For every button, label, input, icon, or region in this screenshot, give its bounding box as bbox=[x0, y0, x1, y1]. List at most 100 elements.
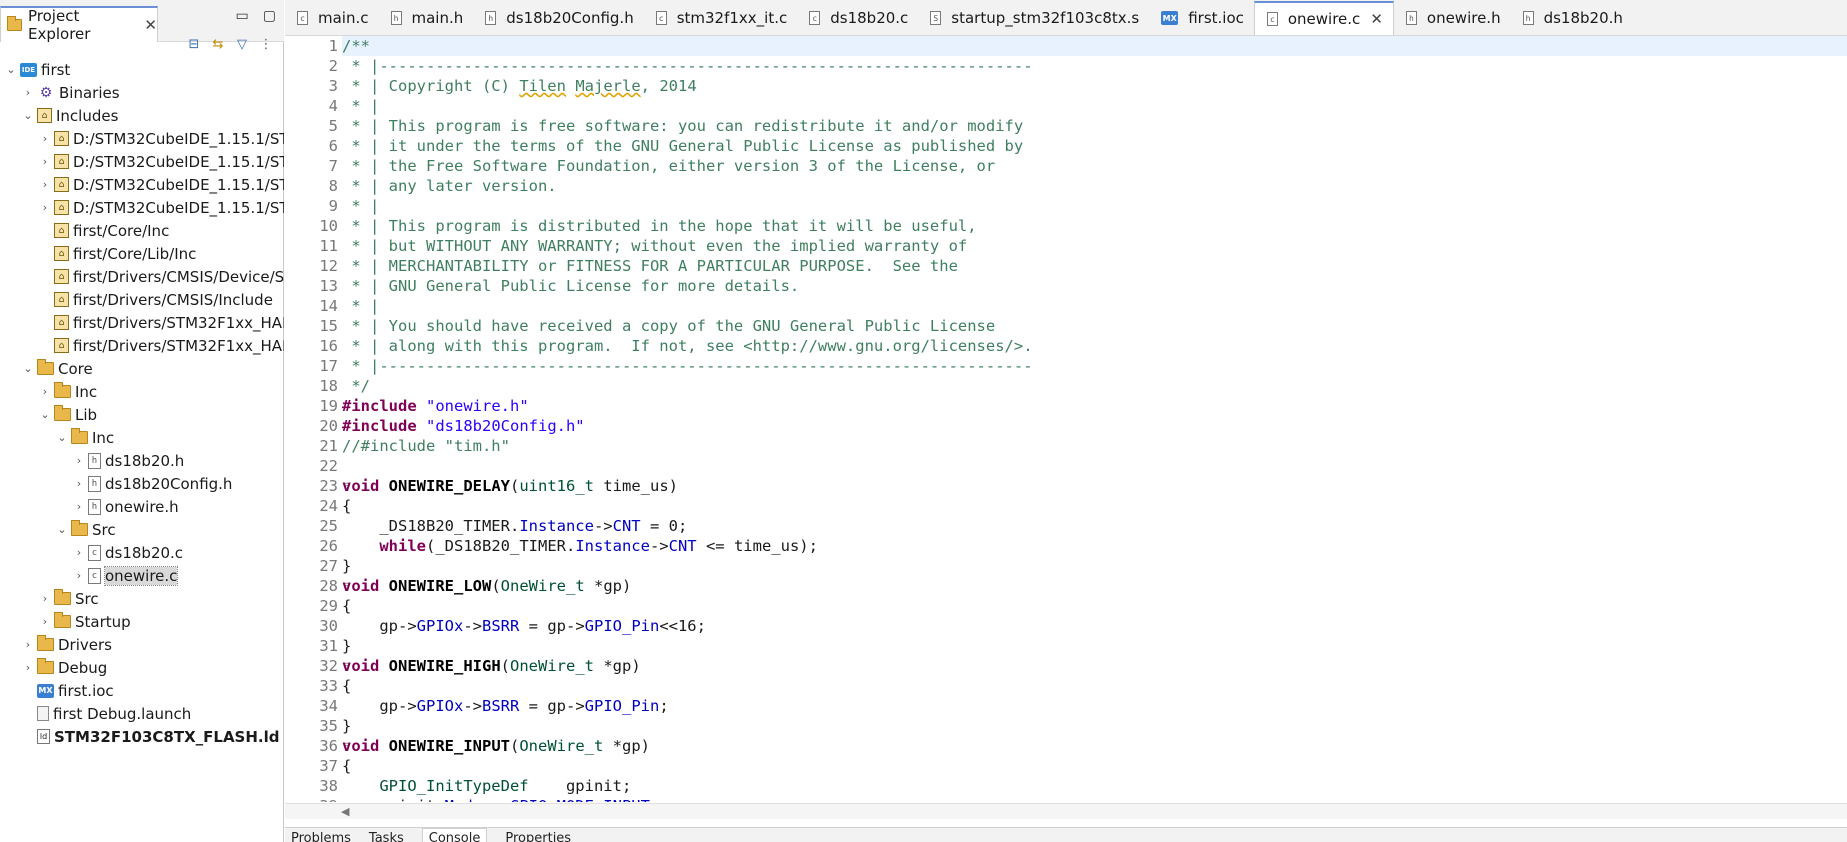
tree-item[interactable]: › c onewire.c bbox=[0, 564, 284, 587]
code-line[interactable]: #include "onewire.h" bbox=[342, 396, 1847, 416]
code-line[interactable]: } bbox=[342, 716, 1847, 736]
tree-item[interactable]: › ⌂ D:/STM32CubeIDE_1.15.1/STM bbox=[0, 173, 284, 196]
expanded-arrow-icon[interactable]: ⌄ bbox=[55, 431, 69, 444]
collapsed-arrow-icon[interactable]: › bbox=[72, 546, 86, 559]
code-line[interactable]: } bbox=[342, 636, 1847, 656]
code-line[interactable]: { bbox=[342, 676, 1847, 696]
code-line[interactable]: void ONEWIRE_HIGH(OneWire_t *gp) bbox=[342, 656, 1847, 676]
code-line[interactable]: * | Copyright (C) Tilen Majerle, 2014 bbox=[342, 76, 1847, 96]
tree-item[interactable]: › h onewire.h bbox=[0, 495, 284, 518]
code-line[interactable]: gp->GPIOx->BSRR = gp->GPIO_Pin<<16; bbox=[342, 616, 1847, 636]
code-line[interactable]: gpinit.Mode = GPIO_MODE_INPUT; bbox=[342, 796, 1847, 802]
tree-item[interactable]: ⌄ Lib bbox=[0, 403, 284, 426]
code-line[interactable]: _DS18B20_TIMER.Instance->CNT = 0; bbox=[342, 516, 1847, 536]
tree-item[interactable]: › Debug bbox=[0, 656, 284, 679]
collapsed-arrow-icon[interactable]: › bbox=[72, 477, 86, 490]
code-line[interactable]: * | any later version. bbox=[342, 176, 1847, 196]
code-line[interactable]: while(_DS18B20_TIMER.Instance->CNT <= ti… bbox=[342, 536, 1847, 556]
code-line[interactable]: { bbox=[342, 496, 1847, 516]
code-line[interactable]: { bbox=[342, 756, 1847, 776]
code-line[interactable]: GPIO_InitTypeDef gpinit; bbox=[342, 776, 1847, 796]
code-line[interactable]: */ bbox=[342, 376, 1847, 396]
editor-tab[interactable]: h onewire.h bbox=[1394, 1, 1511, 35]
code-line[interactable]: void ONEWIRE_INPUT(OneWire_t *gp) bbox=[342, 736, 1847, 756]
tree-item[interactable]: ⌄ IDE first bbox=[0, 58, 284, 81]
code-line[interactable]: * | along with this program. If not, see… bbox=[342, 336, 1847, 356]
collapsed-arrow-icon[interactable]: › bbox=[21, 638, 35, 651]
collapsed-arrow-icon[interactable]: › bbox=[38, 132, 52, 145]
collapsed-arrow-icon[interactable]: › bbox=[21, 86, 35, 99]
expanded-arrow-icon[interactable]: ⌄ bbox=[21, 109, 35, 122]
collapsed-arrow-icon[interactable]: › bbox=[72, 454, 86, 467]
bottom-tab[interactable]: Properties bbox=[505, 828, 571, 842]
editor-text-area[interactable]: 1234567891011121314151617181920212223242… bbox=[285, 36, 1847, 802]
code-line[interactable]: * |-------------------------------------… bbox=[342, 356, 1847, 376]
tree-item[interactable]: ⌂ first/Drivers/CMSIS/Include bbox=[0, 288, 284, 311]
tree-item[interactable]: ⌂ first/Drivers/STM32F1xx_HAL_ bbox=[0, 334, 284, 357]
tree-item[interactable]: › ⌂ D:/STM32CubeIDE_1.15.1/STM bbox=[0, 127, 284, 150]
editor-tab[interactable]: h ds18b20Config.h bbox=[473, 1, 643, 35]
tree-item[interactable]: › Inc bbox=[0, 380, 284, 403]
code-line[interactable]: * | bbox=[342, 96, 1847, 116]
code-line[interactable]: //#include "tim.h" bbox=[342, 436, 1847, 456]
tree-item[interactable]: ⌂ first/Core/Lib/Inc bbox=[0, 242, 284, 265]
code-line[interactable]: void ONEWIRE_DELAY(uint16_t time_us) bbox=[342, 476, 1847, 496]
editor-tab[interactable]: h ds18b20.h bbox=[1511, 1, 1633, 35]
code-line[interactable]: void ONEWIRE_LOW(OneWire_t *gp) bbox=[342, 576, 1847, 596]
code-line[interactable]: * | bbox=[342, 296, 1847, 316]
code-line[interactable]: #include "ds18b20Config.h" bbox=[342, 416, 1847, 436]
collapsed-arrow-icon[interactable]: › bbox=[72, 569, 86, 582]
tree-item[interactable]: › ⚙ Binaries bbox=[0, 81, 284, 104]
collapsed-arrow-icon[interactable]: › bbox=[38, 385, 52, 398]
editor-tab[interactable]: c ds18b20.c bbox=[797, 1, 918, 35]
tree-item[interactable]: › c ds18b20.c bbox=[0, 541, 284, 564]
tree-item[interactable]: › h ds18b20Config.h bbox=[0, 472, 284, 495]
collapsed-arrow-icon[interactable]: › bbox=[38, 178, 52, 191]
code-line[interactable]: * |-------------------------------------… bbox=[342, 56, 1847, 76]
expanded-arrow-icon[interactable]: ⌄ bbox=[55, 523, 69, 536]
bottom-tab[interactable]: Tasks bbox=[369, 828, 404, 842]
source-code[interactable]: /** * |---------------------------------… bbox=[342, 36, 1847, 802]
tree-item[interactable]: ⌄ Inc bbox=[0, 426, 284, 449]
editor-tab[interactable]: c stm32f1xx_it.c bbox=[644, 1, 798, 35]
code-line[interactable]: * | the Free Software Foundation, either… bbox=[342, 156, 1847, 176]
collapsed-arrow-icon[interactable]: › bbox=[72, 500, 86, 513]
tree-item[interactable]: ⌂ first/Drivers/CMSIS/Device/ST bbox=[0, 265, 284, 288]
collapsed-arrow-icon[interactable]: › bbox=[21, 661, 35, 674]
close-icon[interactable]: ✕ bbox=[1370, 10, 1383, 28]
filter-icon[interactable]: ▽ bbox=[234, 36, 250, 52]
tree-item[interactable]: › h ds18b20.h bbox=[0, 449, 284, 472]
tree-item[interactable]: › ⌂ D:/STM32CubeIDE_1.15.1/STM bbox=[0, 196, 284, 219]
tree-item[interactable]: › Startup bbox=[0, 610, 284, 633]
tree-item[interactable]: ⌂ first/Core/Inc bbox=[0, 219, 284, 242]
code-line[interactable]: * | This program is distributed in the h… bbox=[342, 216, 1847, 236]
code-line[interactable]: } bbox=[342, 556, 1847, 576]
code-line[interactable]: /** bbox=[342, 36, 1847, 56]
tree-item[interactable]: › ⌂ D:/STM32CubeIDE_1.15.1/STM bbox=[0, 150, 284, 173]
tree-item[interactable]: › Drivers bbox=[0, 633, 284, 656]
scroll-left-icon[interactable]: ◀ bbox=[341, 805, 349, 818]
tree-item[interactable]: ⌄ Core bbox=[0, 357, 284, 380]
code-line[interactable] bbox=[342, 456, 1847, 476]
code-line[interactable]: * | This program is free software: you c… bbox=[342, 116, 1847, 136]
code-line[interactable]: { bbox=[342, 596, 1847, 616]
tree-item[interactable]: ⌄ ⌂ Includes bbox=[0, 104, 284, 127]
collapsed-arrow-icon[interactable]: › bbox=[38, 201, 52, 214]
collapsed-arrow-icon[interactable]: › bbox=[38, 592, 52, 605]
tree-item[interactable]: ⌂ first/Drivers/STM32F1xx_HAL_ bbox=[0, 311, 284, 334]
bottom-tab[interactable]: Console bbox=[421, 828, 488, 842]
code-line[interactable]: * | MERCHANTABILITY or FITNESS FOR A PAR… bbox=[342, 256, 1847, 276]
code-line[interactable]: gp->GPIOx->BSRR = gp->GPIO_Pin; bbox=[342, 696, 1847, 716]
editor-tab[interactable]: h main.h bbox=[379, 1, 474, 35]
collapse-all-icon[interactable]: ⊟ bbox=[186, 36, 202, 52]
close-icon[interactable]: ✕ bbox=[144, 16, 157, 34]
collapsed-arrow-icon[interactable]: › bbox=[38, 615, 52, 628]
collapsed-arrow-icon[interactable]: › bbox=[38, 155, 52, 168]
link-with-editor-icon[interactable]: ⇆ bbox=[210, 36, 226, 52]
tree-item[interactable]: ⌄ Src bbox=[0, 518, 284, 541]
tree-item[interactable]: › Src bbox=[0, 587, 284, 610]
maximize-icon[interactable]: ▢ bbox=[263, 8, 276, 24]
expanded-arrow-icon[interactable]: ⌄ bbox=[4, 63, 18, 76]
bottom-tab[interactable]: Problems bbox=[291, 828, 351, 842]
editor-tab[interactable]: MX first.ioc bbox=[1149, 1, 1254, 35]
